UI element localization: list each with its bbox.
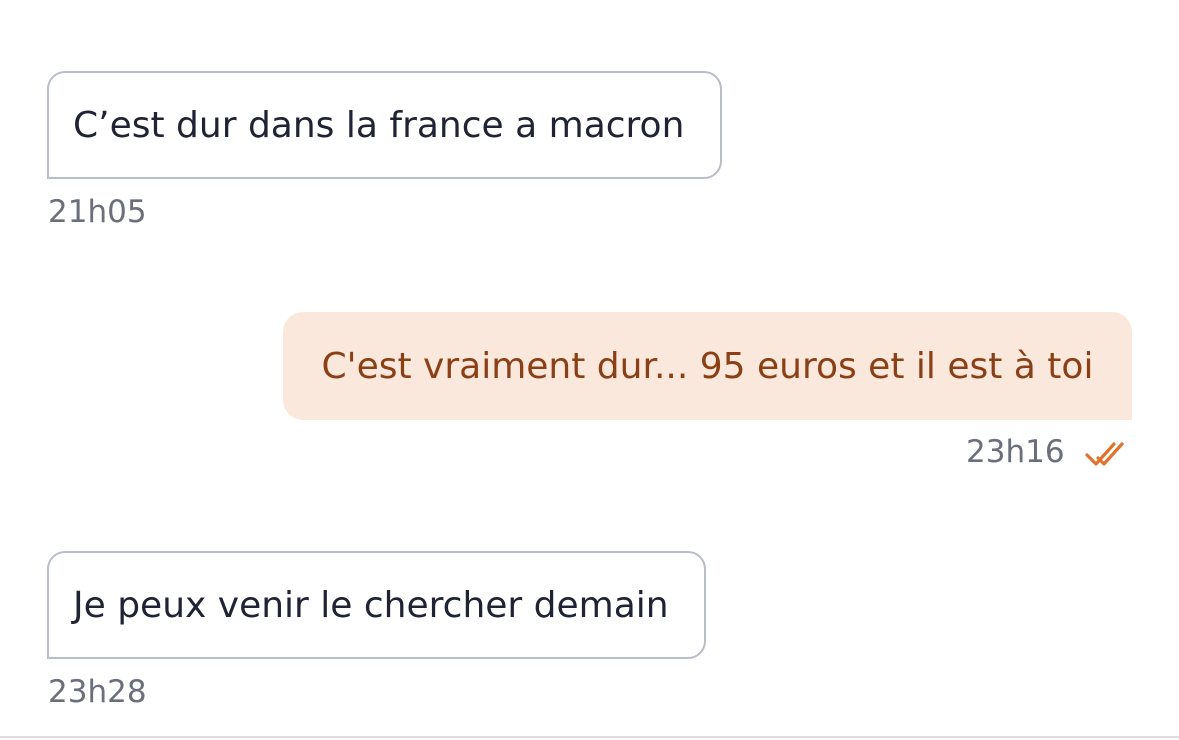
message-bubble-incoming[interactable]: Je peux venir le chercher demain xyxy=(47,551,706,659)
message-text: C'est vraiment dur... 95 euros et il est… xyxy=(321,345,1094,387)
message-bubble-incoming[interactable]: C’est dur dans la france a macron xyxy=(47,71,722,179)
divider xyxy=(0,736,1179,738)
message-text: Je peux venir le chercher demain xyxy=(73,584,669,626)
message-bubble-outgoing[interactable]: C'est vraiment dur... 95 euros et il est… xyxy=(283,312,1132,420)
message-timestamp: 21h05 xyxy=(48,194,147,230)
message-text: C’est dur dans la france a macron xyxy=(73,104,685,146)
message-timestamp: 23h16 xyxy=(966,434,1065,470)
double-check-icon xyxy=(1084,438,1132,470)
message-timestamp: 23h28 xyxy=(48,674,147,710)
